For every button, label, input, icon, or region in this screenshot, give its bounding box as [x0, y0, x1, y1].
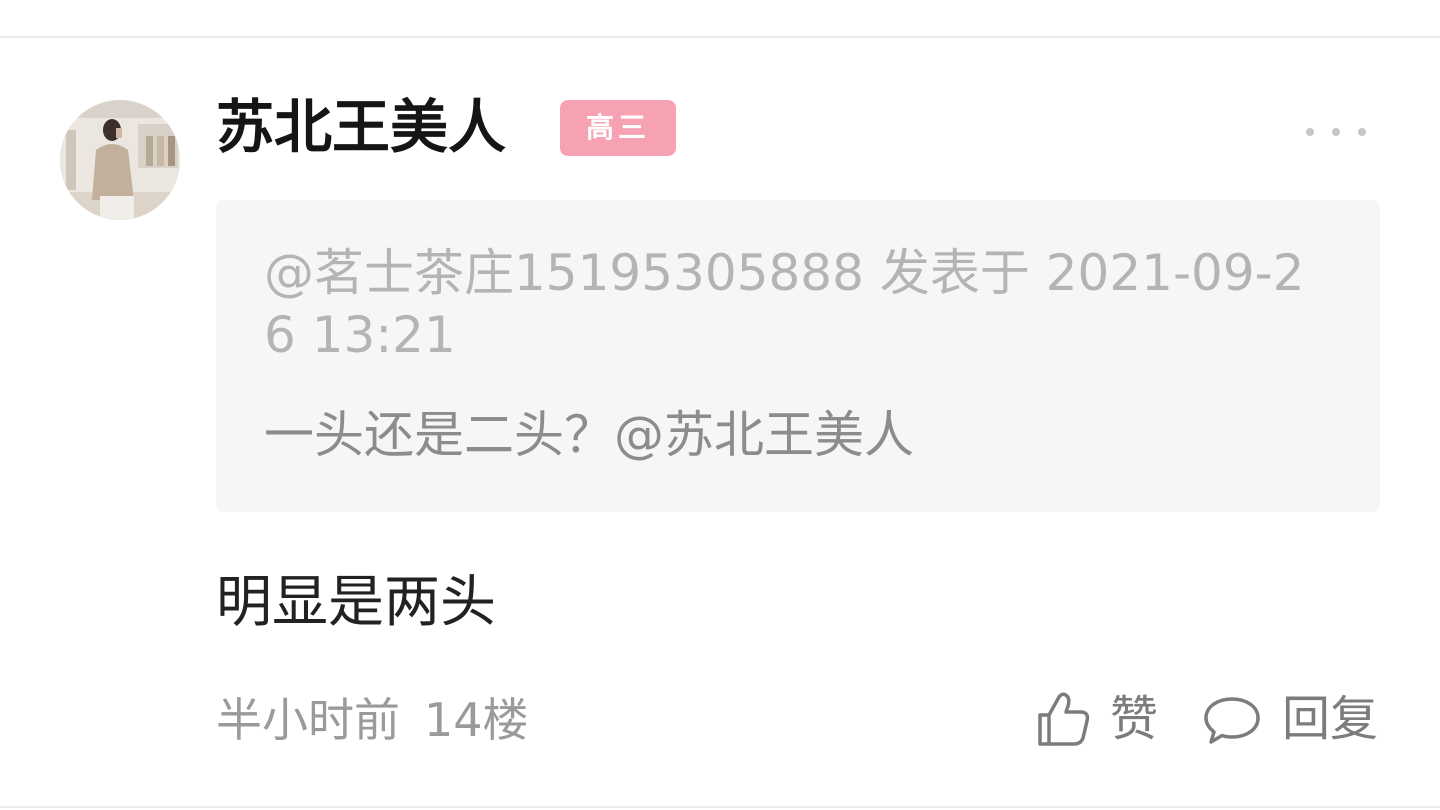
avatar[interactable]	[60, 100, 180, 220]
comment-bubble-icon	[1204, 697, 1260, 744]
more-options-button[interactable]	[1306, 112, 1366, 152]
more-horizontal-icon	[1306, 128, 1314, 136]
reply-label: 回复	[1282, 691, 1379, 747]
thumbs-up-icon	[1038, 692, 1090, 746]
post-meta: 半小时前 14楼	[216, 688, 529, 752]
username[interactable]: 苏北王美人	[216, 92, 506, 162]
floor-number: 14楼	[424, 693, 529, 747]
top-divider	[0, 36, 1440, 38]
like-button[interactable]: 赞	[1032, 686, 1158, 752]
bottom-divider	[0, 806, 1440, 808]
like-label: 赞	[1110, 691, 1159, 747]
quoted-comment-text: 一头还是二头？@苏北王美人	[264, 406, 914, 464]
grade-badge: 高三	[560, 100, 676, 156]
post-time: 半小时前	[216, 693, 400, 747]
quoted-comment-meta: @茗士茶庄15195305888 发表于 2021-09-26 13:21	[264, 244, 1305, 364]
more-horizontal-icon	[1332, 128, 1340, 136]
more-horizontal-icon	[1358, 128, 1366, 136]
reply-button[interactable]: 回复	[1200, 686, 1378, 752]
reply-content: 明显是两头	[216, 570, 496, 635]
quoted-comment[interactable]: @茗士茶庄15195305888 发表于 2021-09-26 13:21 一头…	[216, 200, 1380, 512]
